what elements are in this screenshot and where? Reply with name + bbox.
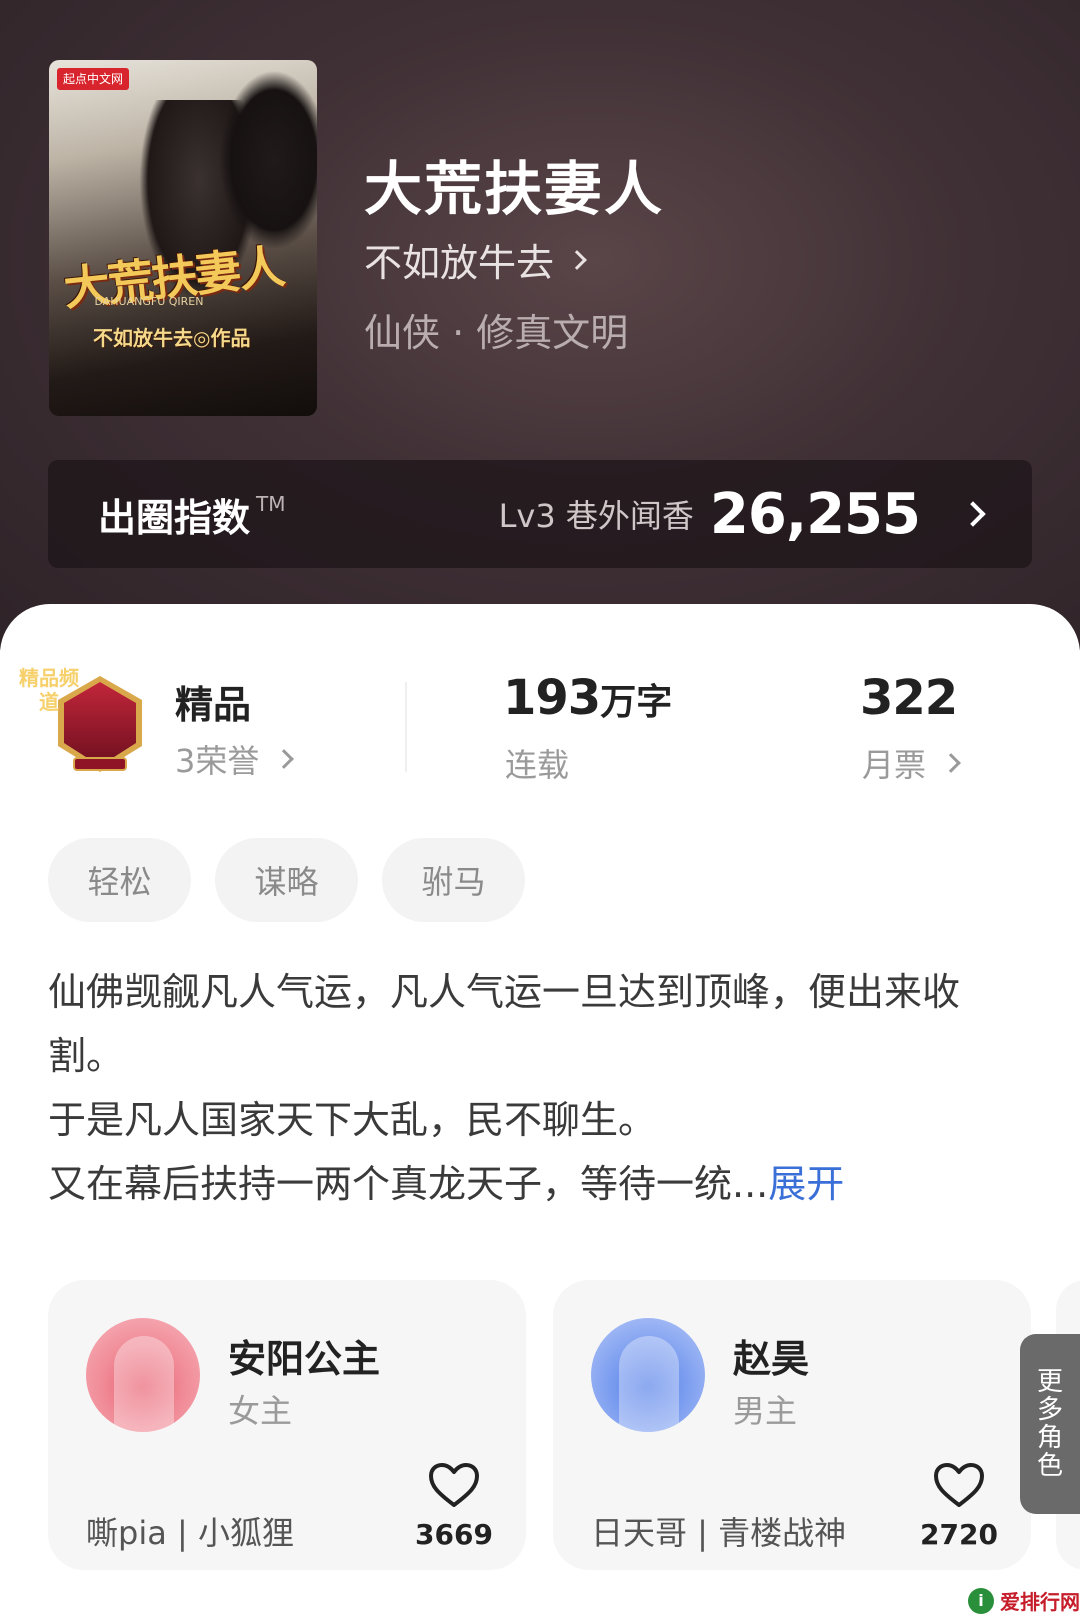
word-count-number: 193 — [503, 670, 601, 726]
role-name: 安阳公主 — [228, 1337, 381, 1381]
role-card[interactable]: 安阳公主 女主 嘶pia | 小狐狸 3669 — [48, 1280, 526, 1570]
role-voice-actors: 嘶pia | 小狐狸 — [86, 1514, 294, 1552]
index-level: Lv3 巷外闻香 — [498, 497, 694, 535]
popularity-index-bar[interactable]: 出圈指数 TM Lv3 巷外闻香 26,255 — [48, 460, 1032, 568]
chevron-right-icon — [567, 249, 587, 270]
heart-icon[interactable] — [428, 1462, 480, 1508]
more-roles-char: 更 — [1036, 1367, 1063, 1397]
author-link[interactable]: 不如放牛去 — [364, 232, 587, 287]
tag-chip[interactable]: 轻松 — [48, 838, 191, 922]
honor-link[interactable]: 3荣誉 — [175, 736, 295, 782]
role-card[interactable]: 赵昊 男主 日天哥 | 青楼战神 2720 — [553, 1280, 1031, 1570]
role-avatar — [86, 1318, 200, 1432]
badge-label: 精品频道 — [19, 666, 79, 714]
tag-list: 轻松 谋略 驸马 — [48, 838, 525, 922]
index-value: 26,255 — [709, 481, 921, 547]
tag-chip[interactable]: 驸马 — [382, 838, 525, 922]
book-detail-sheet: 精品频道 精品 3荣誉 193万字 连载 322 月票 轻松 谋略 驸马 仙佛觊… — [0, 604, 1080, 1620]
word-count: 193万字 — [503, 670, 672, 726]
role-type: 女主 — [228, 1392, 293, 1430]
watermark-text: 爱排行网 — [1000, 1590, 1080, 1614]
book-header: 起点中文网 大荒扶妻人 DAHUANGFU QIREN 不如放牛去◎作品 大荒扶… — [0, 0, 1080, 650]
author-name: 不如放牛去 — [364, 241, 555, 285]
chevron-right-icon — [274, 749, 295, 769]
divider — [405, 682, 407, 772]
tag-chip[interactable]: 谋略 — [215, 838, 358, 922]
role-avatar — [591, 1318, 705, 1432]
more-roles-char: 色 — [1036, 1451, 1063, 1481]
monthly-votes-link[interactable]: 月票 — [862, 740, 961, 786]
index-label: 出圈指数 — [98, 495, 251, 540]
honor-count: 3荣誉 — [175, 742, 260, 780]
heart-icon[interactable] — [933, 1462, 985, 1508]
more-roles-char: 角 — [1036, 1423, 1063, 1453]
role-likes: 2720 — [920, 1518, 998, 1551]
trademark-mark: TM — [256, 492, 286, 516]
monthly-votes-label: 月票 — [862, 746, 927, 784]
watermark-logo-icon: i — [968, 1587, 994, 1614]
cover-pinyin: DAHUANGFU QIREN — [94, 295, 204, 308]
word-count-unit: 万字 — [600, 682, 673, 723]
book-genre[interactable]: 仙侠 · 修真文明 — [364, 302, 628, 357]
chevron-right-icon — [941, 753, 961, 773]
stats-row: 精品频道 精品 3荣誉 193万字 连载 322 月票 — [0, 644, 1080, 784]
serial-status: 连载 — [505, 746, 570, 784]
avatar-silhouette — [114, 1336, 174, 1432]
role-likes: 3669 — [415, 1518, 493, 1551]
role-voice-actors: 日天哥 | 青楼战神 — [591, 1514, 847, 1552]
chevron-right-icon — [960, 501, 986, 527]
watermark: i 爱排行网 — [968, 1586, 1080, 1615]
avatar-silhouette — [619, 1336, 679, 1432]
cover-author: 不如放牛去◎作品 — [93, 326, 251, 350]
cover-figure-shadow — [219, 70, 317, 250]
honor-title: 精品 — [175, 683, 252, 727]
book-cover[interactable]: 起点中文网 大荒扶妻人 DAHUANGFU QIREN 不如放牛去◎作品 — [49, 60, 317, 416]
role-name: 赵昊 — [733, 1337, 810, 1381]
publisher-logo: 起点中文网 — [57, 68, 130, 90]
more-roles-button[interactable]: 更 多 角 色 — [1020, 1334, 1080, 1514]
expand-link[interactable]: 展开 — [768, 1162, 844, 1206]
book-title: 大荒扶妻人 — [364, 155, 665, 223]
monthly-votes-count: 322 — [860, 670, 958, 726]
role-type: 男主 — [733, 1392, 798, 1430]
more-roles-char: 多 — [1036, 1395, 1063, 1425]
book-description[interactable]: 仙佛觊觎凡人气运，凡人气运一旦达到顶峰，便出来收割。 于是凡人国家天下大乱，民不聊… — [48, 960, 1008, 1216]
